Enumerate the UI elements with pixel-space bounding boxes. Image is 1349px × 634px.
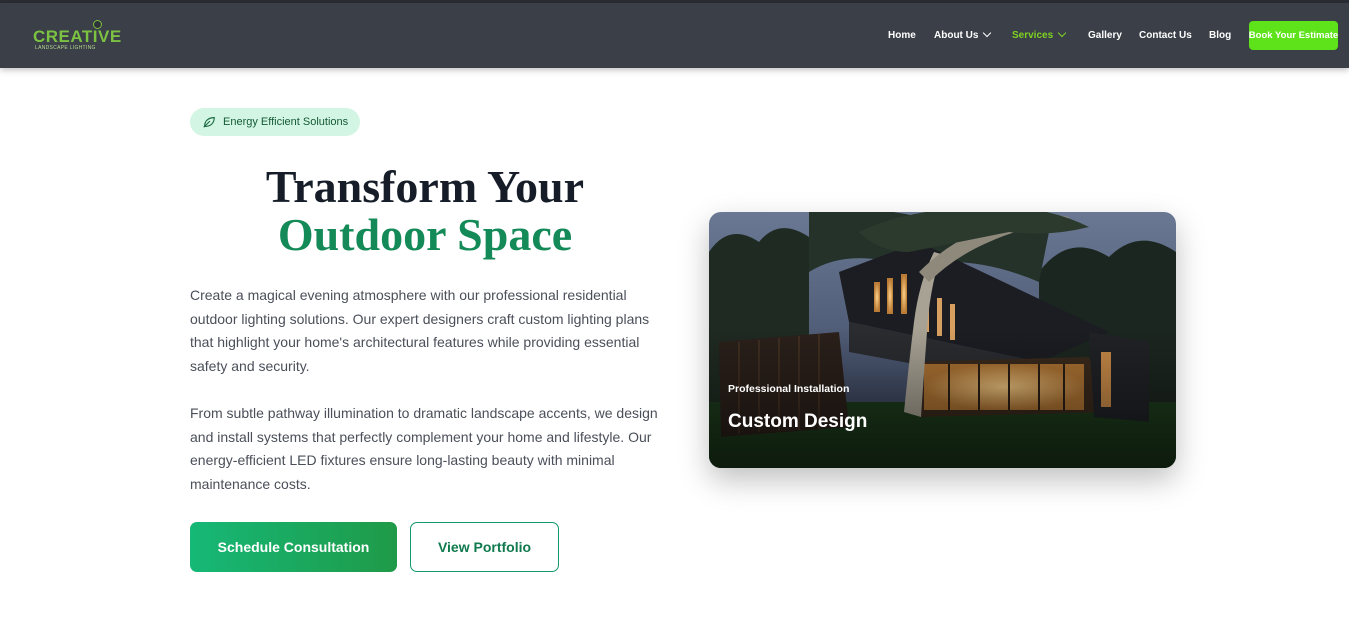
nav-services[interactable]: Services <box>1012 28 1067 41</box>
view-portfolio-button[interactable]: View Portfolio <box>410 522 559 572</box>
card-kicker: Professional Installation <box>728 383 850 395</box>
badge-label: Energy Efficient Solutions <box>223 116 349 128</box>
schedule-consultation-button[interactable]: Schedule Consultation <box>190 522 397 572</box>
nav-contact-label: Contact Us <box>1139 30 1192 41</box>
nav-contact-us[interactable]: Contact Us <box>1139 30 1192 41</box>
nav-about-label: About Us <box>934 30 979 41</box>
leaf-icon <box>203 117 215 128</box>
nav-blog-label: Blog <box>1209 30 1232 41</box>
hero-paragraph-1: Create a magical evening atmosphere with… <box>190 287 650 374</box>
hero-title-line1: Transform Your <box>265 161 585 212</box>
nav-gallery-label: Gallery <box>1088 30 1122 41</box>
card-title: Custom Design <box>728 411 868 432</box>
site-header: CREATIVE LANDSCAPE LIGHTING Home About U… <box>0 3 1349 68</box>
featured-project-card[interactable]: Professional Installation Custom Design <box>709 212 1176 468</box>
hero-paragraph-2: From subtle pathway illumination to dram… <box>190 405 658 492</box>
energy-badge: Energy Efficient Solutions <box>190 108 361 136</box>
chevron-down-icon <box>1057 28 1067 38</box>
nav-gallery[interactable]: Gallery <box>1088 30 1122 41</box>
site-logo[interactable]: CREATIVE LANDSCAPE LIGHTING <box>33 20 133 55</box>
nav-home[interactable]: Home <box>888 30 916 41</box>
nav-services-label: Services <box>1012 30 1054 41</box>
book-estimate-button[interactable]: Book Your Estimate <box>1249 21 1338 50</box>
lightbulb-icon <box>93 20 102 29</box>
hero-title-line2: Outdoor Space <box>277 209 573 260</box>
nav-home-label: Home <box>888 30 916 41</box>
logo-wordmark: CREATIVE <box>33 27 122 46</box>
logo-tagline: LANDSCAPE LIGHTING <box>35 45 96 51</box>
nav-about-us[interactable]: About Us <box>934 28 992 41</box>
nav-blog[interactable]: Blog <box>1209 30 1231 41</box>
chevron-down-icon <box>983 28 992 38</box>
